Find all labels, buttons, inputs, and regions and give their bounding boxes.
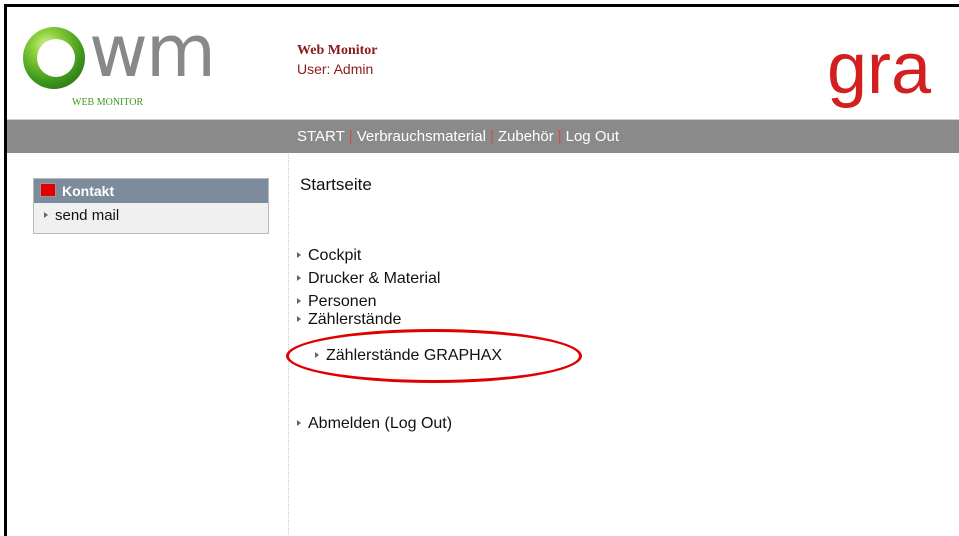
nav-separator: | [489, 128, 494, 145]
menu-item-abmelden[interactable]: Abmelden (Log Out) [297, 415, 452, 433]
nav-zubehoer[interactable]: Zubehör [498, 128, 554, 145]
red-square-icon [40, 183, 56, 197]
sidebar-divider [288, 154, 289, 536]
nav-logout[interactable]: Log Out [566, 128, 619, 145]
logo-globe-icon [23, 27, 85, 89]
header: wm WEB MONITOR Web Monitor User: Admin g… [7, 7, 959, 120]
menu-item-zaehlerstaende[interactable]: Zählerstände [297, 311, 401, 329]
arrow-right-icon [297, 275, 301, 281]
menu-item-label: Drucker & Material [308, 270, 441, 287]
menu-item-label: Personen [308, 293, 377, 310]
page-title: Startseite [300, 175, 372, 194]
arrow-right-icon [297, 316, 301, 322]
nav-start[interactable]: START [297, 128, 345, 145]
highlight-ellipse [286, 329, 582, 383]
arrow-right-icon [297, 298, 301, 304]
top-nav: START | Verbrauchsmaterial | Zubehör | Log Out [7, 120, 959, 153]
menu-item-personen[interactable]: Personen [297, 293, 377, 311]
sidebar-item-label: send mail [55, 207, 120, 224]
arrow-right-icon [44, 212, 48, 218]
nav-separator: | [557, 128, 562, 145]
kontakt-header: Kontakt [34, 179, 268, 203]
app-title: Web Monitor [297, 43, 378, 58]
menu-item-label: Cockpit [308, 247, 362, 264]
kontakt-title: Kontakt [62, 183, 115, 199]
menu-item-label: Zählerstände [308, 311, 402, 328]
nav-separator: | [348, 128, 353, 145]
arrow-right-icon [297, 252, 301, 258]
wm-logo[interactable]: wm WEB MONITOR [17, 11, 217, 112]
nav-verbrauchsmaterial[interactable]: Verbrauchsmaterial [357, 128, 486, 145]
menu-item-cockpit[interactable]: Cockpit [297, 247, 361, 265]
brand-logo: gra [827, 29, 932, 109]
logo-subtitle: WEB MONITOR [72, 97, 144, 108]
menu-item-drucker-material[interactable]: Drucker & Material [297, 270, 440, 288]
menu-item-label: Abmelden (Log Out) [308, 415, 453, 432]
user-info: User: Admin [297, 61, 374, 77]
sidebar-item-send-mail[interactable]: send mail [34, 203, 268, 233]
logo-text: wm [89, 9, 216, 93]
arrow-right-icon [297, 420, 301, 426]
kontakt-box: Kontakt send mail [33, 178, 269, 234]
browser-frame: wm WEB MONITOR Web Monitor User: Admin g… [4, 4, 959, 536]
